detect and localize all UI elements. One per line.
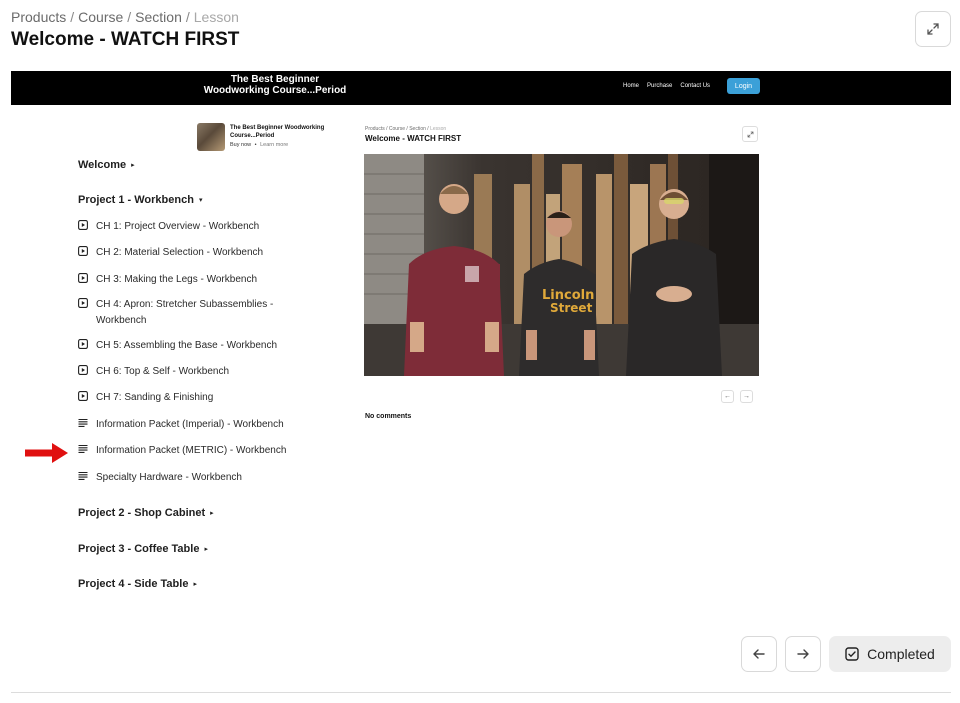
breadcrumb-separator: / (127, 9, 132, 25)
lesson-label: Information Packet (Imperial) - Workbenc… (96, 419, 284, 430)
section-welcome[interactable]: Welcome ▸ (78, 159, 135, 171)
page-title: Welcome - WATCH FIRST (11, 29, 240, 50)
section-label: Welcome (78, 159, 127, 171)
text-icon (78, 444, 88, 453)
course-name[interactable]: The Best Beginner Woodworking Course...P… (230, 124, 340, 140)
nav-home[interactable]: Home (623, 83, 639, 89)
breadcrumb-current: Lesson (193, 9, 239, 25)
next-lesson-button[interactable] (785, 636, 821, 672)
section-label: Project 2 - Shop Cabinet (78, 507, 206, 519)
site-nav: Home Purchase Contact Us (623, 83, 710, 89)
mini-breadcrumb: Products / Course / Section / Lesson (365, 126, 447, 132)
site-header: The Best Beginner Woodworking Course...P… (11, 71, 951, 105)
course-thumbnail (197, 123, 225, 151)
embedded-course-site: The Best Beginner Woodworking Course...P… (11, 71, 951, 611)
expand-icon (927, 23, 939, 35)
no-comments-text: No comments (365, 413, 412, 420)
mini-prev-button[interactable]: ← (721, 390, 734, 403)
section-project-4[interactable]: Project 4 - Side Table ▸ (78, 578, 197, 590)
lesson-label: CH 7: Sanding & Finishing (96, 392, 214, 403)
course-card: The Best Beginner Woodworking Course...P… (197, 123, 337, 153)
caret-down-icon: ▾ (198, 197, 203, 204)
video-icon (78, 298, 88, 308)
arrow-right-icon (797, 649, 809, 659)
video-icon (78, 273, 88, 283)
site-title[interactable]: The Best Beginner Woodworking Course...P… (200, 74, 350, 96)
login-button[interactable]: Login (727, 78, 760, 94)
nav-contact[interactable]: Contact Us (680, 83, 710, 89)
section-label: Project 1 - Workbench (78, 194, 194, 206)
red-arrow-icon (25, 443, 68, 463)
buy-now-link[interactable]: Buy now (230, 142, 251, 148)
breadcrumb-separator: / (70, 9, 75, 25)
caret-right-icon: ▸ (193, 581, 197, 588)
arrow-left-icon: ← (724, 393, 731, 400)
lesson-label: Information Packet (METRIC) - Workbench (96, 445, 287, 456)
mini-next-button[interactable]: → (740, 390, 753, 403)
breadcrumb-separator: / (185, 9, 190, 25)
text-icon (78, 471, 88, 480)
section-label: Project 3 - Coffee Table (78, 543, 200, 555)
section-label: Project 4 - Side Table (78, 578, 189, 590)
lesson-label: Specialty Hardware - Workbench (96, 472, 242, 483)
lesson-label: CH 1: Project Overview - Workbench (96, 221, 260, 232)
caret-right-icon: ▸ (131, 162, 135, 169)
arrow-left-icon (753, 649, 765, 659)
mini-expand-button[interactable] (742, 126, 758, 142)
video-icon (78, 339, 88, 349)
mini-breadcrumb-section[interactable]: Section (409, 126, 426, 132)
prev-lesson-button[interactable] (741, 636, 777, 672)
mini-breadcrumb-course[interactable]: Course (389, 126, 405, 132)
breadcrumb-course[interactable]: Course (78, 9, 123, 25)
section-project-3[interactable]: Project 3 - Coffee Table ▸ (78, 543, 208, 555)
mini-breadcrumb-current: Lesson (430, 126, 447, 132)
lesson-label: CH 4: Apron: Stretcher Subassemblies - W… (96, 299, 274, 326)
video-frame: Lincoln Street (364, 154, 759, 376)
completed-button[interactable]: Completed (829, 636, 951, 672)
link-separator: • (254, 142, 257, 148)
nav-purchase[interactable]: Purchase (647, 83, 672, 89)
shirt-text-street: Street (550, 301, 593, 315)
course-links: Buy now • Learn more (230, 142, 288, 148)
text-icon (78, 418, 88, 427)
section-project-1[interactable]: Project 1 - Workbench ▾ (78, 194, 202, 206)
lesson-label: CH 6: Top & Self - Workbench (96, 366, 230, 377)
site-title-line2: Woodworking Course...Period (203, 84, 347, 96)
video-icon (78, 391, 88, 401)
video-icon (78, 365, 88, 375)
site-title-line1: The Best Beginner (230, 74, 320, 85)
breadcrumb-products[interactable]: Products (11, 9, 66, 25)
checkbox-checked-icon (845, 647, 859, 661)
mini-page-title: Welcome - WATCH FIRST (365, 134, 462, 143)
completed-label: Completed (867, 646, 935, 662)
arrow-right-icon: → (743, 393, 750, 400)
video-icon (78, 246, 88, 256)
lesson-label: CH 3: Making the Legs - Workbench (96, 274, 258, 285)
expand-button[interactable] (915, 11, 951, 47)
mini-breadcrumb-products[interactable]: Products (365, 126, 385, 132)
lesson-label: CH 2: Material Selection - Workbench (96, 247, 264, 258)
breadcrumb: Products / Course / Section / Lesson (11, 9, 239, 25)
expand-icon (747, 131, 753, 137)
video-icon (78, 220, 88, 230)
lesson-label: CH 5: Assembling the Base - Workbench (96, 340, 278, 351)
divider (11, 692, 951, 693)
learn-more-link[interactable]: Learn more (260, 142, 288, 148)
video-player[interactable]: Lincoln Street (364, 154, 759, 376)
section-project-2[interactable]: Project 2 - Shop Cabinet ▸ (78, 507, 214, 519)
breadcrumb-section[interactable]: Section (135, 9, 182, 25)
caret-right-icon: ▸ (204, 546, 208, 553)
caret-right-icon: ▸ (210, 510, 214, 517)
